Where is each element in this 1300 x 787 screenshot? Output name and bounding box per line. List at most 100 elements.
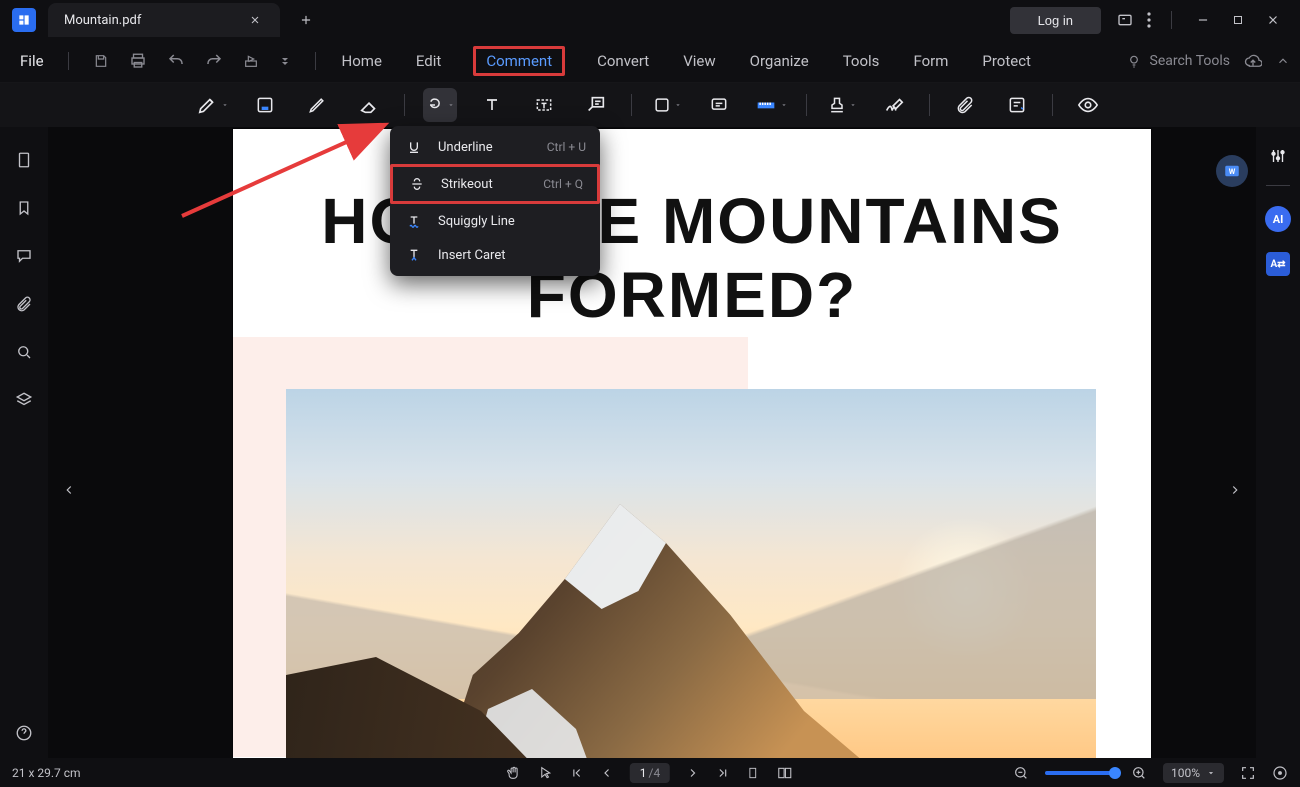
callout-tool[interactable] bbox=[579, 88, 613, 122]
single-page-view-icon[interactable] bbox=[746, 765, 760, 781]
select-tool-icon[interactable] bbox=[538, 765, 554, 781]
zoom-value: 100% bbox=[1171, 766, 1200, 780]
note-tool[interactable] bbox=[702, 88, 736, 122]
share-icon[interactable] bbox=[243, 53, 259, 69]
next-page-arrow-icon[interactable] bbox=[1228, 483, 1242, 497]
dropdown-label: Strikeout bbox=[441, 177, 493, 192]
page-number-input[interactable]: 1 /4 bbox=[630, 763, 670, 783]
login-button[interactable]: Log in bbox=[1010, 7, 1101, 34]
tab-close-icon[interactable] bbox=[246, 11, 264, 29]
dropdown-label: Underline bbox=[438, 140, 493, 155]
tab-edit[interactable]: Edit bbox=[414, 48, 443, 74]
thumbnails-icon[interactable] bbox=[15, 151, 33, 169]
two-page-view-icon[interactable] bbox=[776, 765, 794, 781]
text-box-tool[interactable] bbox=[527, 88, 561, 122]
highlighter-tool[interactable] bbox=[196, 88, 230, 122]
properties-icon[interactable] bbox=[1269, 147, 1287, 165]
text-tool[interactable] bbox=[475, 88, 509, 122]
text-markup-tool[interactable] bbox=[423, 88, 457, 122]
collapse-ribbon-icon[interactable] bbox=[1276, 54, 1290, 68]
total-pages: /4 bbox=[649, 766, 661, 780]
shapes-tool[interactable] bbox=[650, 88, 684, 122]
measure-tool[interactable] bbox=[754, 88, 788, 122]
prev-page-icon[interactable] bbox=[600, 766, 614, 780]
floating-word-badge-icon[interactable]: W bbox=[1216, 155, 1248, 187]
tab-comment[interactable]: Comment bbox=[473, 46, 565, 76]
first-page-icon[interactable] bbox=[570, 766, 584, 780]
tab-home[interactable]: Home bbox=[340, 48, 384, 74]
search-panel-icon[interactable] bbox=[15, 343, 33, 361]
squiggly-icon bbox=[404, 213, 424, 229]
fullscreen-icon[interactable] bbox=[1240, 765, 1256, 781]
dropdown-item-underline[interactable]: Underline Ctrl + U bbox=[390, 130, 600, 164]
print-icon[interactable] bbox=[129, 52, 147, 70]
dropdown-shortcut: Ctrl + U bbox=[547, 140, 586, 154]
dropdown-item-strikeout[interactable]: Strikeout Ctrl + Q bbox=[390, 164, 600, 204]
caret-icon bbox=[404, 247, 424, 263]
minimize-icon[interactable] bbox=[1196, 13, 1210, 27]
maximize-icon[interactable] bbox=[1232, 14, 1244, 26]
page-navigation: 1 /4 bbox=[506, 763, 794, 783]
document-workspace[interactable]: HOW ARE MOUNTAINS FORMED? W bbox=[48, 127, 1256, 758]
area-highlight-tool[interactable] bbox=[248, 88, 282, 122]
manage-comments-tool[interactable] bbox=[1000, 88, 1034, 122]
layers-icon[interactable] bbox=[15, 391, 33, 409]
menubar: File Home Edit Comment Convert View Orga… bbox=[0, 40, 1300, 83]
tab-protect[interactable]: Protect bbox=[980, 48, 1033, 74]
tab-convert[interactable]: Convert bbox=[595, 48, 651, 74]
titlebar: Mountain.pdf Log in bbox=[0, 0, 1300, 40]
pencil-tool[interactable] bbox=[300, 88, 334, 122]
save-icon[interactable] bbox=[93, 53, 109, 69]
tab-view[interactable]: View bbox=[681, 48, 717, 74]
zoom-slider[interactable] bbox=[1045, 771, 1115, 775]
new-tab-button[interactable] bbox=[294, 8, 318, 32]
search-tools-placeholder: Search Tools bbox=[1150, 53, 1230, 69]
last-page-icon[interactable] bbox=[716, 766, 730, 780]
help-icon[interactable] bbox=[15, 724, 33, 742]
signature-tool[interactable] bbox=[877, 88, 911, 122]
stamp-tool[interactable] bbox=[825, 88, 859, 122]
tab-tools[interactable]: Tools bbox=[841, 48, 882, 74]
attachments-panel-icon[interactable] bbox=[15, 295, 33, 313]
translate-badge-icon[interactable]: A⇄ bbox=[1266, 252, 1290, 276]
dropdown-item-squiggly[interactable]: Squiggly Line bbox=[390, 204, 600, 238]
comments-panel-icon[interactable] bbox=[15, 247, 33, 265]
file-menu[interactable]: File bbox=[10, 52, 54, 70]
tab-form[interactable]: Form bbox=[911, 48, 950, 74]
quickaccess-dropdown-icon[interactable] bbox=[279, 55, 291, 67]
ai-badge-icon[interactable]: AI bbox=[1265, 206, 1291, 232]
document-tab[interactable]: Mountain.pdf bbox=[48, 3, 280, 37]
dropdown-shortcut: Ctrl + Q bbox=[543, 177, 583, 191]
bulb-icon bbox=[1126, 53, 1142, 69]
bookmarks-icon[interactable] bbox=[15, 199, 33, 217]
window-controls bbox=[1196, 13, 1280, 27]
eraser-tool[interactable] bbox=[352, 88, 386, 122]
zoom-in-icon[interactable] bbox=[1131, 765, 1147, 781]
prev-page-arrow-icon[interactable] bbox=[62, 483, 76, 497]
right-sidebar: AI A⇄ bbox=[1256, 127, 1300, 758]
svg-text:W: W bbox=[1229, 167, 1236, 176]
dropdown-item-caret[interactable]: Insert Caret bbox=[390, 238, 600, 272]
hide-comments-tool[interactable] bbox=[1071, 88, 1105, 122]
app-logo-icon bbox=[12, 8, 36, 32]
zoom-dropdown[interactable]: 100% bbox=[1163, 763, 1224, 783]
next-page-icon[interactable] bbox=[686, 766, 700, 780]
comment-panel-icon[interactable] bbox=[1117, 12, 1133, 28]
pdf-page: HOW ARE MOUNTAINS FORMED? bbox=[233, 129, 1151, 758]
current-page: 1 bbox=[640, 766, 647, 780]
more-menu-icon[interactable] bbox=[1147, 12, 1151, 28]
redo-icon[interactable] bbox=[205, 52, 223, 70]
undo-icon[interactable] bbox=[167, 52, 185, 70]
comment-ribbon bbox=[0, 83, 1300, 127]
hand-tool-icon[interactable] bbox=[506, 765, 522, 781]
close-window-icon[interactable] bbox=[1266, 13, 1280, 27]
menu-tabs: Home Edit Comment Convert View Organize … bbox=[340, 46, 1033, 76]
tab-organize[interactable]: Organize bbox=[748, 48, 811, 74]
search-tools-input[interactable]: Search Tools bbox=[1126, 53, 1230, 69]
text-markup-dropdown: Underline Ctrl + U Strikeout Ctrl + Q Sq… bbox=[390, 126, 600, 276]
attachment-tool[interactable] bbox=[948, 88, 982, 122]
zoom-out-icon[interactable] bbox=[1013, 765, 1029, 781]
mountain-image bbox=[286, 389, 1096, 758]
read-mode-icon[interactable] bbox=[1272, 765, 1288, 781]
cloud-upload-icon[interactable] bbox=[1244, 52, 1262, 70]
